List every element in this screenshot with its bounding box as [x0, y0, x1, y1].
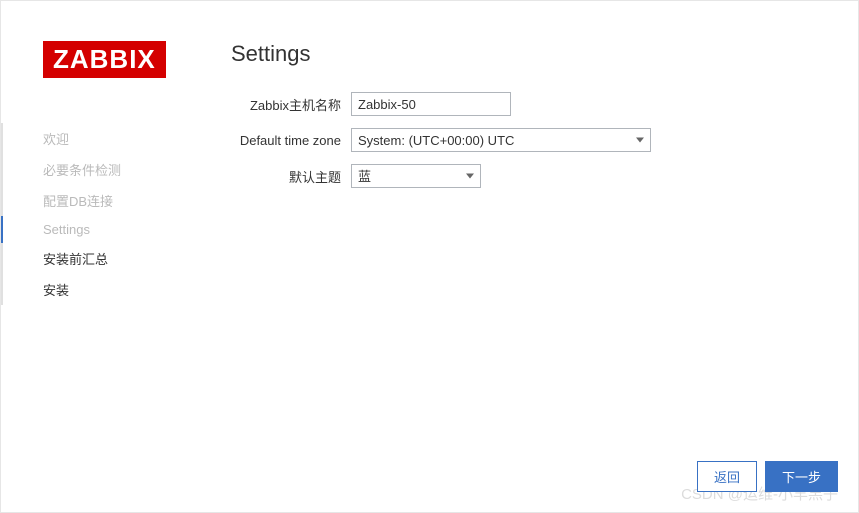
label-timezone: Default time zone	[231, 133, 351, 148]
row-theme: 默认主题 蓝	[231, 164, 818, 188]
nav-item-install: 安装	[43, 274, 231, 305]
footer-buttons: 返回 下一步	[697, 461, 838, 492]
main-content: Settings Zabbix主机名称 Default time zone Sy…	[231, 41, 858, 512]
row-timezone: Default time zone System: (UTC+00:00) UT…	[231, 128, 818, 152]
nav-item-welcome: 欢迎	[43, 123, 231, 154]
setup-steps: 欢迎 必要条件检测 配置DB连接 Settings 安装前汇总 安装	[1, 123, 231, 305]
page-title: Settings	[231, 41, 818, 67]
nav-item-db: 配置DB连接	[43, 185, 231, 216]
label-hostname: Zabbix主机名称	[231, 95, 351, 114]
nav-item-settings: Settings	[43, 216, 231, 243]
nav-item-prereq: 必要条件检测	[43, 154, 231, 185]
select-theme[interactable]: 蓝	[351, 164, 481, 188]
input-hostname[interactable]	[351, 92, 511, 116]
select-timezone[interactable]: System: (UTC+00:00) UTC	[351, 128, 651, 152]
logo-text: ZABBIX	[43, 41, 166, 78]
sidebar: ZABBIX 欢迎 必要条件检测 配置DB连接 Settings 安装前汇总 安…	[1, 41, 231, 512]
nav-item-summary: 安装前汇总	[43, 243, 231, 274]
back-button[interactable]: 返回	[697, 461, 757, 492]
label-theme: 默认主题	[231, 167, 351, 186]
logo: ZABBIX	[43, 41, 231, 78]
next-button[interactable]: 下一步	[765, 461, 838, 492]
row-hostname: Zabbix主机名称	[231, 92, 818, 116]
